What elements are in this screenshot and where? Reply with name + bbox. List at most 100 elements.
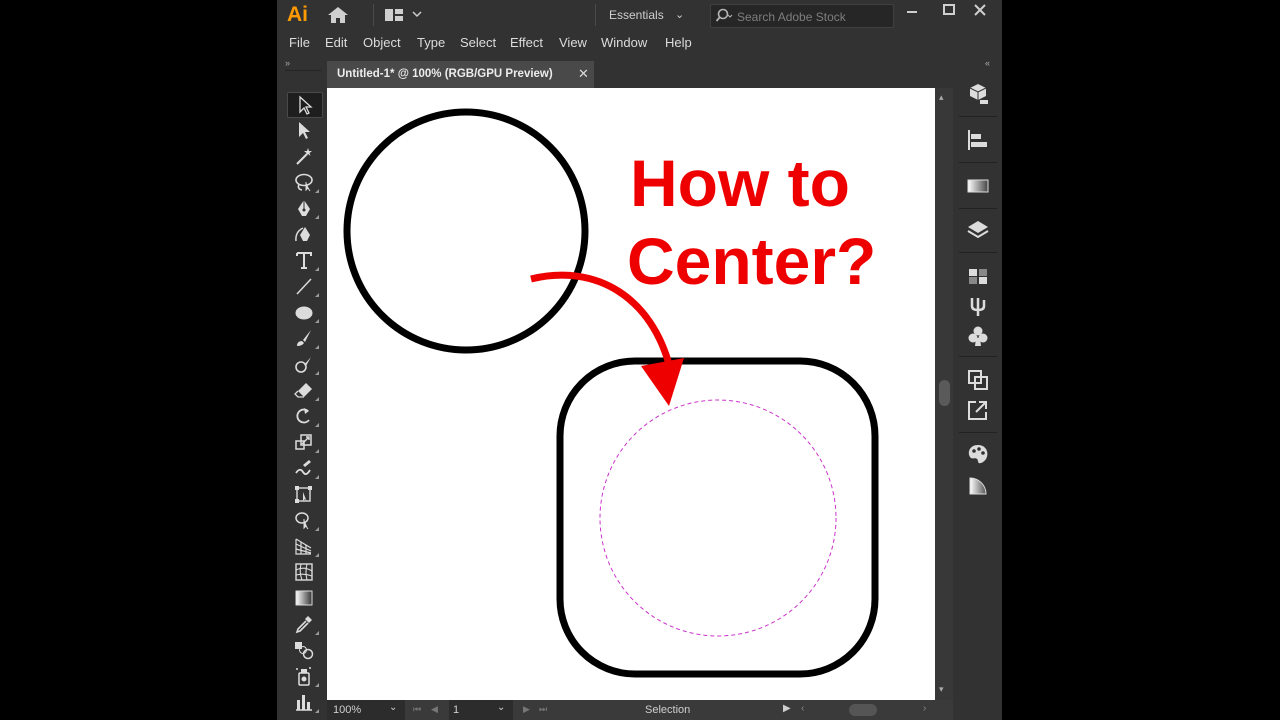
transparency-icon[interactable] xyxy=(966,174,990,198)
perspective-grid-tool-icon[interactable] xyxy=(287,534,321,558)
scroll-right-icon[interactable]: › xyxy=(923,703,926,714)
gradient-panel-icon[interactable] xyxy=(966,474,990,498)
panel-dock xyxy=(955,72,1001,720)
menu-effect[interactable]: Effect xyxy=(510,35,543,50)
divider xyxy=(285,70,321,71)
color-icon[interactable] xyxy=(966,442,990,466)
home-icon[interactable] xyxy=(327,6,349,29)
eraser-tool-icon[interactable] xyxy=(287,378,321,402)
divider xyxy=(959,252,997,253)
app-logo: Ai xyxy=(287,3,308,26)
swatches-icon[interactable] xyxy=(966,264,990,288)
status-bar: 100% ⌄ ⏮ ◀ 1 ⌄ ▶ ⏭ Selection ▶ ‹ › xyxy=(327,700,953,720)
panel-collapse-icon[interactable]: « xyxy=(985,58,990,68)
layers-icon[interactable] xyxy=(966,218,990,242)
mesh-tool-icon[interactable] xyxy=(287,560,321,584)
column-graph-tool-icon[interactable] xyxy=(287,690,321,714)
line-segment-tool-icon[interactable] xyxy=(287,274,321,298)
tools-panel xyxy=(285,85,323,720)
arrow-head xyxy=(641,358,684,406)
toolbar-collapse-icon[interactable]: » xyxy=(285,58,290,68)
source-circle[interactable] xyxy=(343,108,589,354)
artboard[interactable]: How to Center? xyxy=(327,88,935,700)
horizontal-scrollbar-thumb[interactable] xyxy=(849,704,877,716)
minimize-button[interactable] xyxy=(900,2,924,18)
menu-window[interactable]: Window xyxy=(601,35,647,50)
align-icon[interactable] xyxy=(966,128,990,152)
search-adobe-stock-field[interactable]: Search Adobe Stock xyxy=(710,4,894,28)
divider xyxy=(373,4,374,26)
symbol-sprayer-tool-icon[interactable] xyxy=(287,664,321,688)
arrange-documents-icon[interactable] xyxy=(385,8,425,27)
close-window-button[interactable] xyxy=(968,2,992,18)
workspace-switcher[interactable]: Essentials xyxy=(609,8,664,22)
gradient-tool-icon[interactable] xyxy=(287,586,321,610)
brushes-icon[interactable] xyxy=(966,294,990,318)
chevron-down-icon: ⌄ xyxy=(389,702,398,713)
scroll-up-icon[interactable]: ▴ xyxy=(939,92,944,103)
scrollbar-thumb[interactable] xyxy=(939,380,950,406)
ellipse-tool-icon[interactable] xyxy=(287,300,321,324)
illustrator-window: Ai Essentials ⌄ Search Adobe Stock File … xyxy=(277,0,1002,720)
status-menu-icon[interactable]: ▶ xyxy=(783,703,791,714)
curvature-tool-icon[interactable] xyxy=(287,222,321,246)
divider xyxy=(959,432,997,433)
artboard-number: 1 xyxy=(453,704,460,716)
zoom-value: 100% xyxy=(333,704,362,716)
symbols-icon[interactable] xyxy=(966,324,990,348)
menu-bar: File Edit Object Type Select Effect View… xyxy=(277,31,1002,55)
type-tool-icon[interactable] xyxy=(287,248,321,272)
export-icon[interactable] xyxy=(966,398,990,422)
scroll-down-icon[interactable]: ▾ xyxy=(939,684,944,695)
menu-view[interactable]: View xyxy=(559,35,587,50)
last-artboard-icon[interactable]: ⏭ xyxy=(539,704,547,715)
direct-selection-tool-icon[interactable] xyxy=(287,118,321,142)
search-icon xyxy=(716,8,733,22)
headline-line-1: How to xyxy=(630,146,850,220)
scale-tool-icon[interactable] xyxy=(287,430,321,454)
menu-type[interactable]: Type xyxy=(417,35,445,50)
artboard-number-select[interactable]: 1 ⌄ xyxy=(449,700,513,720)
shape-builder-tool-icon[interactable] xyxy=(287,508,321,532)
magic-wand-tool-icon[interactable] xyxy=(287,144,321,168)
selection-tool-icon[interactable] xyxy=(287,92,323,118)
artwork: How to Center? xyxy=(343,108,879,678)
free-transform-tool-icon[interactable] xyxy=(287,482,321,506)
guide-circle xyxy=(599,399,837,637)
maximize-button[interactable] xyxy=(937,2,961,18)
menu-help[interactable]: Help xyxy=(665,35,692,50)
divider xyxy=(959,208,997,209)
divider xyxy=(595,4,596,26)
menu-object[interactable]: Object xyxy=(363,35,401,50)
rounded-rectangle[interactable] xyxy=(556,357,879,678)
lasso-tool-icon[interactable] xyxy=(287,170,321,194)
pen-tool-icon[interactable] xyxy=(287,196,321,220)
paintbrush-tool-icon[interactable] xyxy=(287,326,321,350)
pathfinder-icon[interactable] xyxy=(966,368,990,392)
chevron-down-icon[interactable]: ⌄ xyxy=(675,8,684,21)
libraries-icon[interactable] xyxy=(966,82,990,106)
document-canvas[interactable]: How to Center? xyxy=(327,88,935,700)
divider xyxy=(959,116,997,117)
application-bar: Ai Essentials ⌄ Search Adobe Stock xyxy=(277,0,1002,31)
first-artboard-icon[interactable]: ⏮ xyxy=(413,704,421,715)
vertical-scrollbar[interactable]: ▴ ▾ xyxy=(935,88,953,700)
document-tab[interactable]: Untitled-1* @ 100% (RGB/GPU Preview) ✕ xyxy=(327,61,594,88)
eyedropper-tool-icon[interactable] xyxy=(287,612,321,636)
divider xyxy=(959,162,997,163)
previous-artboard-icon[interactable]: ◀ xyxy=(431,704,438,715)
close-document-icon[interactable]: ✕ xyxy=(578,66,589,82)
menu-file[interactable]: File xyxy=(289,35,310,50)
next-artboard-icon[interactable]: ▶ xyxy=(523,704,530,715)
menu-edit[interactable]: Edit xyxy=(325,35,347,50)
menu-select[interactable]: Select xyxy=(460,35,496,50)
current-tool-label: Selection xyxy=(645,704,691,716)
divider xyxy=(959,356,997,357)
warp-tool-icon[interactable] xyxy=(287,456,321,480)
shaper-tool-icon[interactable] xyxy=(287,352,321,376)
scroll-left-icon[interactable]: ‹ xyxy=(801,703,804,714)
rotate-tool-icon[interactable] xyxy=(287,404,321,428)
blend-tool-icon[interactable] xyxy=(287,638,321,662)
search-placeholder: Search Adobe Stock xyxy=(737,10,846,24)
zoom-select[interactable]: 100% ⌄ xyxy=(327,700,405,720)
